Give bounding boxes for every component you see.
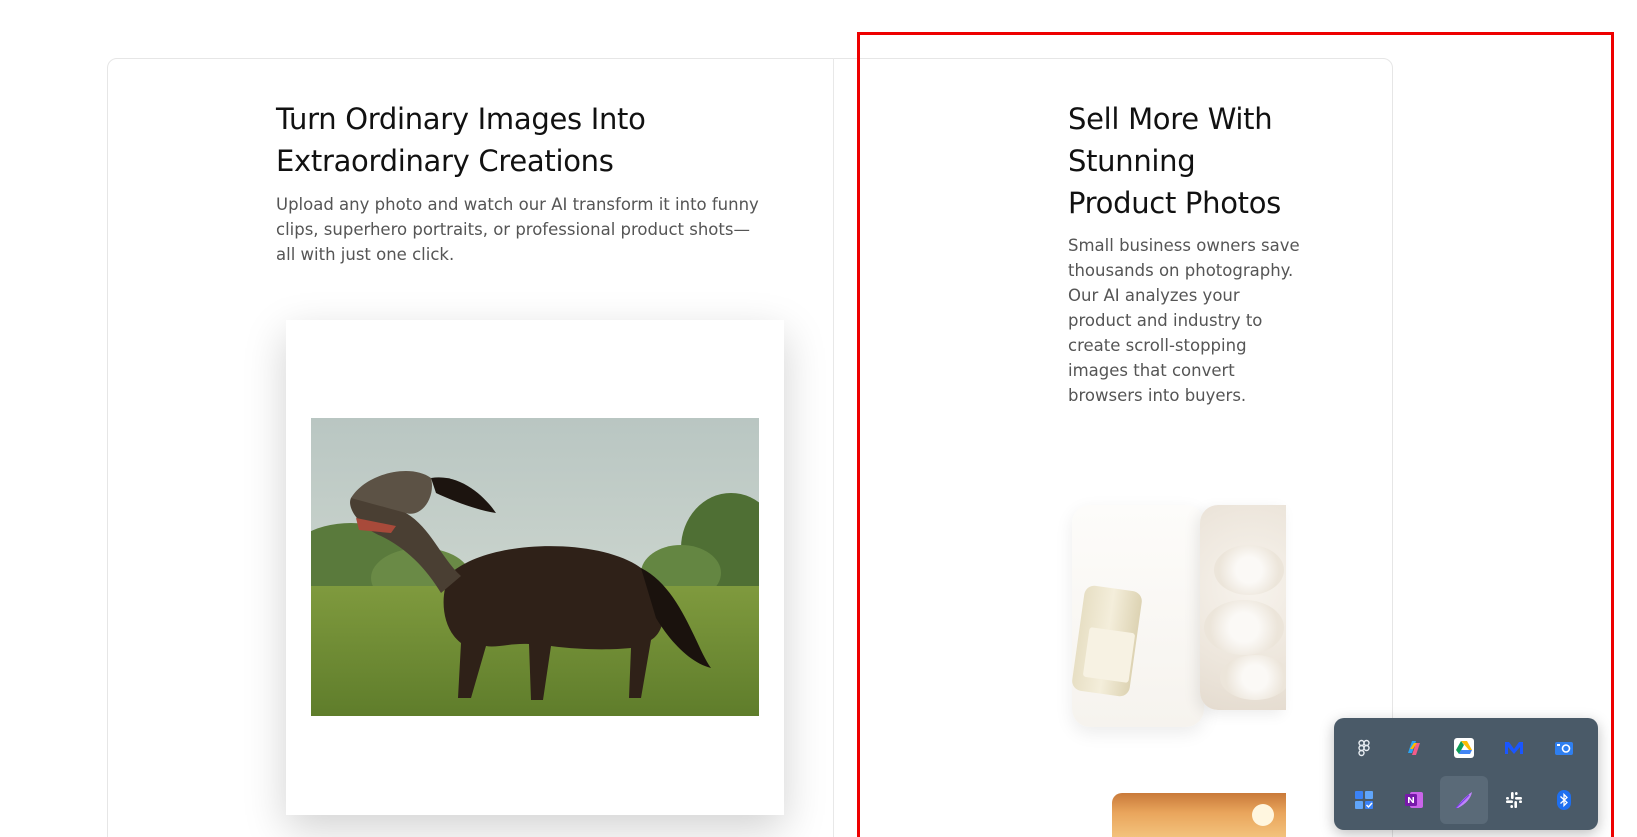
figma-icon bbox=[1358, 739, 1370, 757]
onenote-icon bbox=[1405, 792, 1423, 808]
highlight-box bbox=[857, 32, 1614, 837]
tray-item-figma[interactable] bbox=[1340, 724, 1388, 772]
google-drive-icon bbox=[1454, 738, 1474, 758]
tray-item-feather[interactable] bbox=[1440, 776, 1488, 824]
tray-item-meet[interactable] bbox=[1490, 724, 1538, 772]
tray-item-tasks[interactable] bbox=[1340, 776, 1388, 824]
tasks-icon bbox=[1355, 791, 1373, 809]
tray-item-copilot[interactable] bbox=[1390, 724, 1438, 772]
feather-icon bbox=[1455, 792, 1472, 809]
tray-item-slack[interactable] bbox=[1490, 776, 1538, 824]
tray-item-bluetooth[interactable] bbox=[1540, 776, 1588, 824]
left-panel-description: Upload any photo and watch our AI transf… bbox=[276, 195, 759, 264]
left-panel-title: Turn Ordinary Images Into Extraordinary … bbox=[276, 102, 646, 178]
column-divider bbox=[833, 58, 834, 837]
meet-icon bbox=[1505, 742, 1523, 754]
system-tray-overflow bbox=[1334, 718, 1598, 830]
copilot-icon bbox=[1408, 741, 1420, 755]
bluetooth-icon bbox=[1557, 790, 1571, 810]
camera-icon bbox=[1555, 742, 1573, 755]
tray-item-google-drive[interactable] bbox=[1440, 724, 1488, 772]
slack-icon bbox=[1506, 792, 1522, 808]
tray-item-onenote[interactable] bbox=[1390, 776, 1438, 824]
tray-item-camera[interactable] bbox=[1540, 724, 1588, 772]
dino-horse-photo bbox=[311, 418, 759, 716]
